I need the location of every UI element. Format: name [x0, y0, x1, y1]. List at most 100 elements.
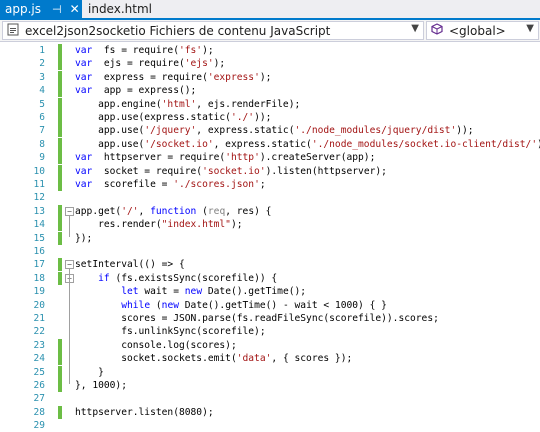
code-line[interactable]: 6 app.use(express.static('./'));: [0, 111, 540, 124]
line-number: 9: [39, 152, 45, 164]
close-icon[interactable]: ✕: [70, 2, 80, 16]
line-number: 12: [33, 192, 45, 204]
code-text[interactable]: app.get('/', function (req, res) {: [75, 205, 271, 218]
code-line[interactable]: 28 httpserver.listen(8080);: [0, 405, 540, 419]
scope-icon: [429, 23, 445, 38]
line-number: 22: [33, 326, 45, 338]
js-file-icon: [5, 23, 21, 39]
tab-label: index.html: [88, 2, 152, 16]
pin-icon[interactable]: ⊣: [52, 3, 62, 16]
code-line[interactable]: 4 var app = express();: [0, 84, 540, 98]
line-number: 8: [39, 138, 45, 150]
code-line[interactable]: 1 var fs = require('fs');: [0, 44, 540, 57]
code-line[interactable]: 24 socket.sockets.emit('data', { scores …: [0, 352, 540, 366]
code-text[interactable]: }, 1000);: [75, 379, 127, 392]
code-text[interactable]: });: [75, 232, 92, 245]
line-number: 15: [33, 232, 45, 244]
change-indicator: [58, 405, 62, 419]
code-text[interactable]: var httpserver = require('http').createS…: [75, 151, 375, 164]
change-indicator: [58, 231, 62, 245]
code-line[interactable]: 9 var httpserver = require('http').create…: [0, 151, 540, 165]
line-number: 7: [39, 125, 45, 137]
change-indicator: [58, 57, 62, 71]
code-text[interactable]: console.log(scores);: [75, 339, 237, 352]
code-text[interactable]: var socket = require('socket.io').listen…: [75, 165, 387, 178]
code-text[interactable]: var scorefile = './scores.json';: [75, 178, 266, 191]
code-text[interactable]: }: [75, 366, 104, 379]
code-text[interactable]: app.use(express.static('./'));: [75, 111, 271, 124]
code-text[interactable]: httpserver.listen(8080);: [75, 406, 214, 419]
code-text[interactable]: setInterval(() => {: [75, 258, 185, 271]
code-text[interactable]: if (fs.existsSync(scorefile)) {: [75, 272, 277, 285]
line-number: 20: [33, 299, 45, 311]
code-line[interactable]: 7 app.use('/jquery', express.static('./n…: [0, 124, 540, 138]
line-number: 23: [33, 339, 45, 351]
code-text[interactable]: socket.sockets.emit('data', { scores });: [75, 352, 352, 365]
code-text[interactable]: var app = express();: [75, 84, 196, 97]
line-number: 3: [39, 71, 45, 83]
code-line[interactable]: 26}, 1000);: [0, 379, 540, 392]
code-line[interactable]: 16: [0, 245, 540, 258]
change-indicator: [58, 84, 62, 98]
line-number: 6: [39, 112, 45, 123]
code-line[interactable]: 14 res.render("index.html");: [0, 218, 540, 232]
code-line[interactable]: 23 console.log(scores);: [0, 338, 540, 352]
line-number: 10: [33, 165, 45, 177]
code-text[interactable]: res.render("index.html");: [75, 218, 242, 231]
code-line[interactable]: 2 var ejs = require('ejs');: [0, 57, 540, 71]
tab-label: app.js: [5, 2, 41, 16]
chevron-down-icon[interactable]: ▼: [526, 23, 534, 34]
change-indicator: [58, 218, 62, 232]
code-line[interactable]: 27: [0, 392, 540, 405]
collapse-icon[interactable]: −: [65, 206, 74, 216]
collapse-icon[interactable]: −: [65, 260, 74, 270]
line-number: 17: [33, 259, 45, 271]
line-number: 11: [33, 179, 45, 190]
code-line[interactable]: 20 while (new Date().getTime() - wait < …: [0, 299, 540, 312]
change-indicator: [58, 352, 62, 366]
code-line[interactable]: 5 app.engine('html', ejs.renderFile);: [0, 97, 540, 111]
line-number: 21: [33, 313, 45, 324]
line-number: 1: [39, 45, 45, 56]
tab-index-html[interactable]: index.html: [84, 0, 152, 18]
code-text[interactable]: scores = JSON.parse(fs.readFileSync(scor…: [75, 312, 439, 325]
line-number: 27: [33, 393, 45, 405]
change-indicator: [58, 137, 62, 151]
code-line[interactable]: 10 var socket = require('socket.io').list…: [0, 164, 540, 178]
code-line[interactable]: 12: [0, 191, 540, 204]
code-line[interactable]: 22 fs.unlinkSync(scorefile);: [0, 325, 540, 338]
tab-app-js[interactable]: app.js ⊣ ✕: [0, 0, 82, 18]
code-line[interactable]: 3 var express = require('express');: [0, 70, 540, 84]
change-indicator: [58, 44, 62, 57]
code-text[interactable]: app.use('/socket.io', express.static('./…: [75, 138, 540, 151]
scope-dropdown[interactable]: <global> ▼: [426, 21, 539, 40]
code-line[interactable]: 8 app.use('/socket.io', express.static('…: [0, 137, 540, 151]
code-text[interactable]: while (new Date().getTime() - wait < 100…: [75, 299, 387, 312]
line-number: 14: [33, 219, 45, 231]
change-indicator: [58, 365, 62, 379]
project-dropdown[interactable]: excel2json2socketio Fichiers de contenu …: [2, 21, 424, 40]
line-number: 24: [33, 353, 45, 365]
code-text[interactable]: fs.unlinkSync(scorefile);: [75, 325, 265, 338]
code-line[interactable]: 11 var scorefile = './scores.json';: [0, 178, 540, 191]
code-line[interactable]: 18− if (fs.existsSync(scorefile)) {: [0, 271, 540, 285]
change-indicator: [58, 70, 62, 84]
line-number: 18: [33, 272, 45, 284]
code-line[interactable]: 15});: [0, 231, 540, 245]
code-line[interactable]: 17 − setInterval(() => {: [0, 258, 540, 272]
chevron-down-icon[interactable]: ▼: [411, 23, 419, 34]
code-text[interactable]: var express = require('express');: [75, 71, 271, 84]
code-text[interactable]: let wait = new Date().getTime();: [75, 285, 306, 298]
code-line[interactable]: 19 let wait = new Date().getTime();: [0, 285, 540, 298]
code-editor[interactable]: 1 var fs = require('fs'); 2 var ejs = requi…: [0, 42, 540, 431]
code-text[interactable]: app.engine('html', ejs.renderFile);: [75, 98, 300, 111]
code-text[interactable]: app.use('/jquery', express.static('./nod…: [75, 124, 473, 137]
code-line[interactable]: 21 scores = JSON.parse(fs.readFileSync(s…: [0, 312, 540, 325]
line-number: 19: [33, 286, 45, 298]
code-text[interactable]: var fs = require('fs');: [75, 44, 214, 57]
line-number: 13: [33, 205, 45, 217]
change-indicator: [58, 338, 62, 352]
code-line[interactable]: 25 }: [0, 365, 540, 379]
code-text[interactable]: var ejs = require('ejs');: [75, 57, 225, 70]
code-line[interactable]: 13 − app.get('/', function (req, res) {: [0, 204, 540, 218]
